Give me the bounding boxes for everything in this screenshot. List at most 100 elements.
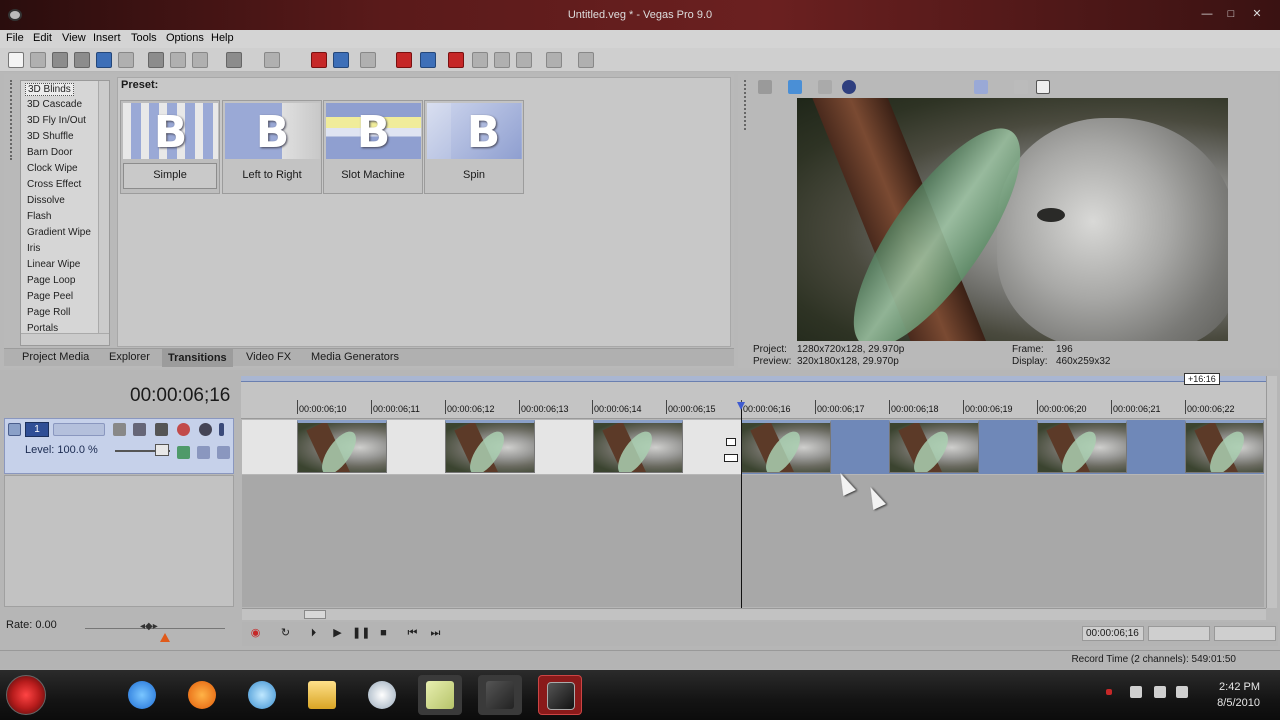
menu-file[interactable]: File [6,32,24,44]
time-ruler[interactable]: +16:16 00:00:06;10 00:00:06;11 00:00:06;… [241,373,1266,419]
start-button[interactable] [6,675,46,715]
save-as-icon[interactable] [74,52,90,68]
panel-grip[interactable] [10,80,13,160]
timeline-vertical-scrollbar[interactable] [1266,376,1277,608]
preview-fx-icon[interactable] [818,80,832,94]
tray-record-icon[interactable] [1106,689,1112,695]
open-icon[interactable] [30,52,46,68]
save-snapshot-icon[interactable] [1036,80,1050,94]
mute-icon[interactable] [177,423,190,436]
preview-quality-icon[interactable] [842,80,856,94]
list-item[interactable]: Flash [27,211,51,222]
menu-insert[interactable]: Insert [93,32,121,44]
undo-icon[interactable] [226,52,242,68]
menu-edit[interactable]: Edit [33,32,52,44]
network-icon[interactable] [1176,686,1188,698]
copy-snapshot-icon[interactable] [1014,80,1028,94]
tab-transitions[interactable]: Transitions [162,349,233,367]
selection-tool-icon[interactable] [494,52,510,68]
preset-spin[interactable]: B Spin [424,100,524,194]
selection-length-field[interactable] [1214,626,1276,641]
list-item[interactable]: 3D Cascade [27,99,82,110]
list-item[interactable]: 3D Fly In/Out [27,115,86,126]
list-vertical-scrollbar[interactable] [98,81,109,333]
timeline-horizontal-scrollbar[interactable] [242,608,1266,620]
tab-explorer[interactable]: Explorer [109,351,150,363]
redo-icon[interactable] [264,52,280,68]
normal-edit-tool-icon[interactable] [448,52,464,68]
track-fx-icon[interactable] [155,423,168,436]
play-from-start-button[interactable]: ⏵ [306,627,321,640]
video-clip[interactable] [1037,420,1127,473]
list-item[interactable]: Page Peel [27,291,73,302]
record-button[interactable]: ◉ [248,627,263,640]
auto-crossfade-icon[interactable] [333,52,349,68]
properties-icon[interactable] [118,52,134,68]
volume-icon[interactable] [1130,686,1142,698]
envelope-tool-icon[interactable] [472,52,488,68]
power-icon[interactable] [1154,686,1166,698]
taskbar-app[interactable] [240,675,284,715]
video-track-lane[interactable] [242,420,1264,474]
lock-envelopes-icon[interactable] [396,52,412,68]
timeline-timecode[interactable]: 00:00:06;16 [130,385,230,407]
maximize-button[interactable]: □ [1220,7,1242,21]
close-button[interactable]: ✕ [1246,7,1268,21]
list-item[interactable]: Cross Effect [27,179,81,190]
play-button[interactable]: ▶ [330,627,345,640]
scroll-thumb[interactable] [304,610,326,619]
taskbar-notes[interactable] [418,675,462,715]
cut-icon[interactable] [148,52,164,68]
taskbar-firefox[interactable] [180,675,224,715]
list-item[interactable]: Linear Wipe [27,259,80,270]
taskbar-camera[interactable] [478,675,522,715]
tab-media-generators[interactable]: Media Generators [311,351,399,363]
list-item[interactable]: Gradient Wipe [27,227,91,238]
list-item[interactable]: Dissolve [27,195,65,206]
tab-video-fx[interactable]: Video FX [246,351,291,363]
go-to-start-button[interactable]: ⏮ [405,627,420,640]
save-icon[interactable] [52,52,68,68]
rate-slider-knob[interactable]: ◂◆▸ [140,621,164,632]
taskbar-paint[interactable] [360,675,404,715]
preset-slot-machine[interactable]: B Slot Machine [323,100,423,194]
help-icon[interactable] [546,52,562,68]
ripple-icon[interactable] [360,52,376,68]
taskbar-ie[interactable] [120,675,164,715]
system-clock[interactable]: 2:42 PM 8/5/2010 [1217,679,1260,711]
track-number[interactable]: 1 [25,422,49,437]
track-name-field[interactable] [53,423,105,436]
stop-button[interactable]: ■ [376,627,391,640]
selection-start-field[interactable] [1148,626,1210,641]
new-icon[interactable] [8,52,24,68]
preset-simple[interactable]: B Simple [120,100,220,194]
list-item[interactable]: Iris [27,243,40,254]
list-item[interactable]: Page Roll [27,307,70,318]
menu-options[interactable]: Options [166,32,204,44]
video-clip[interactable] [741,420,831,473]
copy-icon[interactable] [170,52,186,68]
loop-playback-button[interactable]: ↻ [278,627,293,640]
list-item[interactable]: Barn Door [27,147,73,158]
timeline-empty-area[interactable] [242,475,1264,607]
collapse-track-icon[interactable] [8,423,21,436]
cursor-position-field[interactable]: 00:00:06;16 [1082,626,1144,641]
solo-icon[interactable] [199,423,212,436]
external-monitor-icon[interactable] [788,80,802,94]
tab-project-media[interactable]: Project Media [22,351,89,363]
preset-left-to-right[interactable]: B Left to Right [222,100,322,194]
go-to-end-button[interactable]: ⏭ [428,627,443,640]
menu-tools[interactable]: Tools [131,32,157,44]
event-fx-icon[interactable] [724,454,738,462]
render-icon[interactable] [96,52,112,68]
pause-button[interactable]: ❚❚ [352,627,370,640]
snap-icon[interactable] [311,52,327,68]
level-slider-knob[interactable] [155,444,169,456]
playhead-marker[interactable] [737,402,745,410]
video-track-header[interactable]: 1 Level: 100.0 % [4,418,234,474]
track-fx-chain-icon[interactable] [177,446,190,459]
video-clip[interactable] [1185,420,1264,473]
preview-panel-grip[interactable] [744,80,747,130]
track-down-icon[interactable] [217,446,230,459]
overlays-icon[interactable] [974,80,988,94]
